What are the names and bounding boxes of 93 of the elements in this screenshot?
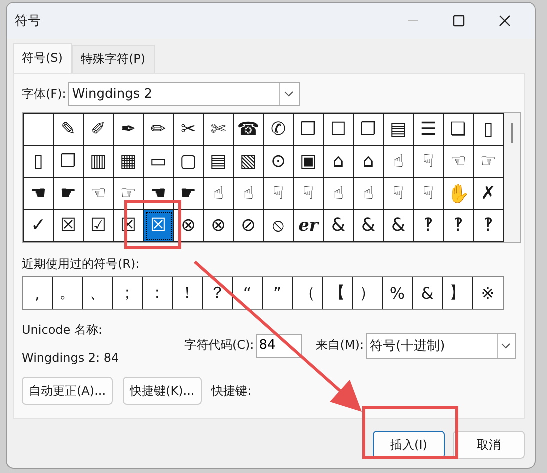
recent-symbol-cell[interactable]: ； bbox=[113, 277, 143, 309]
recent-symbol-cell[interactable]: & bbox=[413, 277, 443, 309]
recent-symbol-cell[interactable]: 、 bbox=[83, 277, 113, 309]
recent-symbol-cell[interactable]: （ bbox=[293, 277, 323, 309]
window-title: 符号 bbox=[15, 13, 41, 30]
symbol-cell[interactable]: ✓ bbox=[24, 210, 54, 242]
symbol-cell[interactable]: ☛ bbox=[54, 178, 84, 210]
symbol-cell[interactable]: ▤ bbox=[384, 114, 414, 146]
symbol-cell[interactable]: ☚ bbox=[24, 178, 54, 210]
symbol-cell[interactable]: ▢ bbox=[174, 146, 204, 178]
symbol-cell[interactable]: ☟ bbox=[414, 178, 444, 210]
symbol-cell[interactable]: & bbox=[384, 210, 414, 242]
symbol-cell[interactable]: ⌂ bbox=[324, 146, 354, 178]
symbol-cell[interactable]: ☟ bbox=[264, 178, 294, 210]
symbol-cell[interactable]: ☝ bbox=[384, 146, 414, 178]
symbol-cell[interactable]: ‽ bbox=[444, 210, 474, 242]
recent-symbol-cell[interactable]: ” bbox=[263, 277, 293, 309]
symbol-cell[interactable]: ☟ bbox=[384, 178, 414, 210]
symbol-cell[interactable]: ☝ bbox=[354, 178, 384, 210]
symbol-cell[interactable]: ☛ bbox=[174, 178, 204, 210]
insert-button[interactable]: 插入(I) bbox=[373, 431, 445, 459]
symbol-cell[interactable]: ❒ bbox=[294, 114, 324, 146]
symbol-cell[interactable]: ‽ bbox=[414, 210, 444, 242]
maximize-icon[interactable] bbox=[453, 15, 465, 27]
symbol-cell[interactable]: ❏ bbox=[444, 114, 474, 146]
symbol-cell[interactable]: ⊙ bbox=[264, 146, 294, 178]
character-code-field[interactable]: 84 bbox=[256, 334, 302, 358]
tab[interactable]: 特殊字符(P) bbox=[72, 45, 155, 73]
symbol-cell[interactable]: ☞ bbox=[114, 178, 144, 210]
symbol-cell[interactable]: ✆ bbox=[264, 114, 294, 146]
symbol-cell[interactable]: ⊗ bbox=[204, 210, 234, 242]
symbol-cell[interactable]: ✒ bbox=[114, 114, 144, 146]
symbol-cell[interactable]: ☝ bbox=[324, 178, 354, 210]
symbol-cell[interactable]: ▤ bbox=[204, 146, 234, 178]
symbol-cell[interactable]: ☟ bbox=[294, 178, 324, 210]
font-dropdown[interactable]: Wingdings 2 bbox=[68, 82, 300, 106]
symbol-cell[interactable]: & bbox=[324, 210, 354, 242]
symbol-cell[interactable]: ❐ bbox=[54, 146, 84, 178]
recent-symbols-label: 近期使用过的符号(R): bbox=[22, 256, 140, 273]
symbol-cell[interactable]: ☝ bbox=[204, 178, 234, 210]
unicode-name-label: Unicode 名称: bbox=[22, 322, 104, 339]
cancel-button[interactable]: 取消 bbox=[453, 431, 525, 459]
character-code-label: 字符代码(C): bbox=[184, 337, 254, 354]
shortcut-label: 快捷键: bbox=[212, 382, 252, 400]
symbol-cell[interactable]: ☑ bbox=[84, 210, 114, 242]
symbol-cell[interactable]: ☐ bbox=[324, 114, 354, 146]
symbol-cell[interactable]: ▭ bbox=[144, 146, 174, 178]
recent-symbol-cell[interactable]: 】 bbox=[443, 277, 473, 309]
symbol-cell[interactable]: ☎ bbox=[234, 114, 264, 146]
symbol-cell[interactable]: ⊗ bbox=[174, 210, 204, 242]
symbol-cell[interactable]: ▣ bbox=[294, 146, 324, 178]
symbol-cell[interactable]: er bbox=[294, 210, 324, 242]
tab[interactable]: 符号(S) bbox=[13, 43, 72, 73]
symbol-cell[interactable]: ☒ bbox=[54, 210, 84, 242]
recent-symbol-cell[interactable]: 。 bbox=[53, 277, 83, 309]
symbol-cell[interactable]: ☟ bbox=[414, 146, 444, 178]
scrollbar[interactable] bbox=[504, 113, 520, 242]
symbol-cell[interactable]: ⊘ bbox=[234, 210, 264, 242]
font-label: 字体(F): bbox=[22, 86, 66, 102]
symbol-cell[interactable]: ✂ bbox=[174, 114, 204, 146]
symbol-cell[interactable]: ▧ bbox=[234, 146, 264, 178]
recent-symbol-cell[interactable]: % bbox=[383, 277, 413, 309]
recent-symbol-cell[interactable]: ） bbox=[353, 277, 383, 309]
symbol-cell[interactable]: ✄ bbox=[204, 114, 234, 146]
symbol-cell[interactable]: ⌂ bbox=[354, 146, 384, 178]
symbol-cell[interactable]: ▥ bbox=[84, 146, 114, 178]
recent-symbol-cell[interactable]: ！ bbox=[173, 277, 203, 309]
symbol-cell[interactable]: ✎ bbox=[54, 114, 84, 146]
symbol-cell[interactable]: ❐ bbox=[354, 114, 384, 146]
symbol-cell[interactable]: ✐ bbox=[84, 114, 114, 146]
symbol-cell[interactable] bbox=[24, 114, 54, 146]
symbol-cell[interactable]: ☜ bbox=[444, 146, 474, 178]
unicode-name-value: Wingdings 2: 84 bbox=[22, 351, 120, 365]
symbol-cell[interactable]: ✏ bbox=[144, 114, 174, 146]
symbol-cell[interactable]: ⦸ bbox=[264, 210, 294, 242]
from-label: 来自(M): bbox=[316, 337, 364, 354]
recent-symbol-cell[interactable]: ： bbox=[143, 277, 173, 309]
symbol-cell[interactable]: & bbox=[354, 210, 384, 242]
symbol-cell[interactable]: ☒ bbox=[144, 210, 174, 242]
recent-symbol-cell[interactable]: , bbox=[23, 277, 53, 309]
dialog-button[interactable]: 快捷键(K)... bbox=[123, 377, 202, 405]
symbol-cell[interactable]: ☰ bbox=[414, 114, 444, 146]
symbol-cell[interactable]: ☜ bbox=[84, 178, 114, 210]
symbol-cell[interactable]: ☝ bbox=[234, 178, 264, 210]
dialog-button[interactable]: 自动更正(A)... bbox=[22, 377, 114, 405]
symbol-cell[interactable]: ▯ bbox=[24, 146, 54, 178]
close-icon[interactable] bbox=[499, 15, 511, 27]
recent-symbol-cell[interactable]: ？ bbox=[203, 277, 233, 309]
recent-symbol-cell[interactable]: “ bbox=[233, 277, 263, 309]
symbol-cell[interactable]: ▦ bbox=[114, 146, 144, 178]
recent-symbol-cell[interactable]: ※ bbox=[473, 277, 503, 309]
from-dropdown[interactable]: 符号(十进制) bbox=[366, 332, 516, 358]
recent-symbol-cell[interactable]: 【 bbox=[323, 277, 353, 309]
